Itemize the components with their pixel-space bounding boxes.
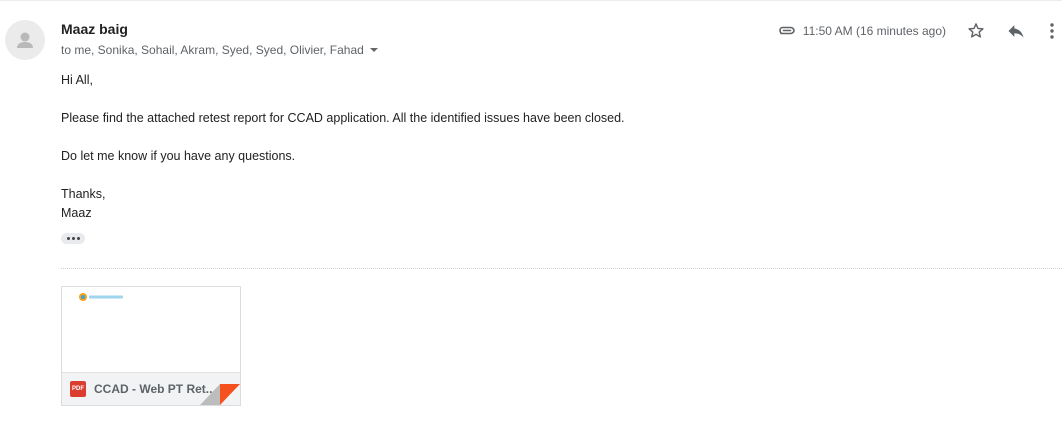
- more-options-button[interactable]: [1042, 17, 1062, 45]
- email-message: Maaz baig to me, Sonika, Sohail, Akram, …: [0, 0, 1062, 431]
- document-logo-thumbnail: [79, 293, 123, 301]
- closing: Thanks,: [61, 187, 106, 201]
- page-fold-corner: [200, 384, 240, 405]
- sender-avatar[interactable]: [5, 20, 45, 60]
- caret-down-icon[interactable]: [369, 48, 378, 52]
- sender-name[interactable]: Maaz baig: [61, 21, 128, 37]
- message-body: Hi All, Please find the attached retest …: [61, 71, 625, 223]
- attachment-file-name[interactable]: CCAD - Web PT Ret...: [94, 382, 216, 396]
- recipients-line: to me, Sonika, Sohail, Akram, Syed, Syed…: [61, 43, 378, 57]
- reply-button[interactable]: [1002, 17, 1030, 45]
- more-vertical-icon: [1050, 23, 1054, 39]
- star-button[interactable]: [962, 17, 990, 45]
- recipients-text: to me, Sonika, Sohail, Akram, Syed, Syed…: [61, 43, 364, 57]
- paperclip-icon: [778, 26, 795, 35]
- default-person-icon: [17, 32, 33, 48]
- pdf-icon: PDF: [70, 381, 86, 397]
- reply-icon: [1008, 25, 1024, 38]
- greeting: Hi All,: [61, 73, 93, 87]
- signature: Maaz: [61, 206, 92, 220]
- star-outline-icon: [968, 23, 984, 38]
- top-divider: [0, 0, 1062, 1]
- ellipsis-icon: [66, 237, 70, 240]
- message-meta: 11:50 AM (16 minutes ago): [777, 14, 1062, 48]
- body-paragraph-2: Do let me know if you have any questions…: [61, 149, 296, 163]
- show-trimmed-content-button[interactable]: [61, 233, 85, 244]
- attachments-divider: [61, 268, 1062, 269]
- body-paragraph-1: Please find the attached retest report f…: [61, 111, 625, 125]
- timestamp: 11:50 AM (16 minutes ago): [802, 24, 946, 38]
- attachment-card[interactable]: PDF CCAD - Web PT Ret...: [61, 286, 241, 406]
